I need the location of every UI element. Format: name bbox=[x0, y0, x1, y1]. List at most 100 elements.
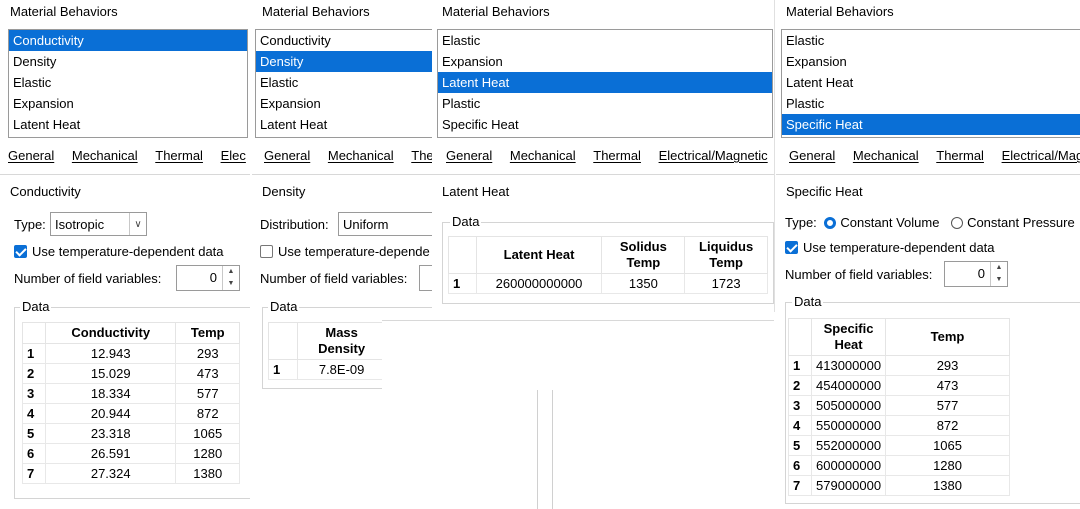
field-variables-stepper[interactable]: 0 ▲ ▼ bbox=[944, 261, 1008, 287]
behavior-item-expansion[interactable]: Expansion bbox=[438, 51, 772, 72]
table-cell[interactable]: 1723 bbox=[684, 273, 768, 294]
table-row[interactable]: 6 600000000 1280 bbox=[788, 455, 1010, 476]
tab-mechanical[interactable]: Mechanical bbox=[328, 148, 394, 163]
behavior-item-specific-heat[interactable]: Specific Heat bbox=[782, 114, 1080, 135]
material-behaviors-list[interactable]: Conductivity Density Elastic Expansion L… bbox=[255, 29, 432, 138]
chevron-down-icon[interactable]: ∨ bbox=[129, 213, 146, 235]
data-table[interactable]: Specific Heat Temp 1 413000000 293 2 454000… bbox=[788, 318, 1010, 496]
table-cell[interactable]: 577 bbox=[175, 383, 240, 404]
behavior-item-expansion[interactable]: Expansion bbox=[782, 51, 1080, 72]
column-header-conductivity[interactable]: Conductivity bbox=[44, 322, 177, 344]
radio-constant-pressure-label[interactable]: Constant Pressure bbox=[967, 215, 1075, 230]
checkbox-unchecked-icon[interactable] bbox=[260, 245, 273, 258]
table-row[interactable]: 1 260000000000 1350 1723 bbox=[448, 273, 768, 294]
tab-general[interactable]: General bbox=[264, 148, 310, 163]
table-cell[interactable]: 454000000 bbox=[810, 375, 887, 396]
table-cell[interactable]: 1065 bbox=[175, 423, 240, 444]
table-cell[interactable]: 12.943 bbox=[44, 343, 177, 364]
table-cell[interactable]: 600000000 bbox=[810, 455, 887, 476]
use-temp-dependent-checkbox[interactable]: Use temperature-dependent data bbox=[14, 244, 224, 259]
table-cell[interactable]: 1380 bbox=[885, 475, 1010, 496]
table-row[interactable]: 7 27.324 1380 bbox=[22, 463, 240, 484]
type-select[interactable]: Isotropic ∨ bbox=[50, 212, 147, 236]
stepper-arrows-icon[interactable]: ▲ ▼ bbox=[990, 262, 1007, 286]
tab-mechanical[interactable]: Mechanical bbox=[510, 148, 576, 163]
tab-thermal[interactable]: Thermal bbox=[155, 148, 203, 163]
table-cell[interactable]: 23.318 bbox=[44, 423, 177, 444]
tab-thermal[interactable]: The bbox=[411, 148, 432, 163]
column-header-solidus-temp[interactable]: Solidus Temp bbox=[601, 236, 686, 274]
table-cell[interactable]: 505000000 bbox=[810, 395, 887, 416]
behavior-item-latent-heat[interactable]: Latent Heat bbox=[9, 114, 247, 135]
tab-mechanical[interactable]: Mechanical bbox=[853, 148, 919, 163]
table-cell[interactable]: 577 bbox=[885, 395, 1010, 416]
table-cell[interactable]: 18.334 bbox=[44, 383, 177, 404]
behavior-item-plastic[interactable]: Plastic bbox=[438, 93, 772, 114]
table-row[interactable]: 1 413000000 293 bbox=[788, 355, 1010, 376]
table-row[interactable]: 2 454000000 473 bbox=[788, 375, 1010, 396]
table-cell[interactable]: 550000000 bbox=[810, 415, 887, 436]
table-cell[interactable]: 15.029 bbox=[44, 363, 177, 384]
material-behaviors-list[interactable]: Conductivity Density Elastic Expansion L… bbox=[8, 29, 248, 138]
table-row[interactable]: 4 550000000 872 bbox=[788, 415, 1010, 436]
table-row[interactable]: 7 579000000 1380 bbox=[788, 475, 1010, 496]
table-cell[interactable]: 1280 bbox=[885, 455, 1010, 476]
distribution-select[interactable]: Uniform bbox=[338, 212, 432, 236]
field-variables-stepper[interactable] bbox=[419, 265, 432, 291]
behavior-item-density[interactable]: Density bbox=[256, 51, 432, 72]
table-row[interactable]: 1 7.8E-09 bbox=[267, 359, 386, 380]
data-table[interactable]: Mass Density 1 7.8E-09 bbox=[267, 322, 386, 380]
table-cell[interactable]: 579000000 bbox=[810, 475, 887, 496]
stepper-arrows-icon[interactable]: ▲ ▼ bbox=[222, 266, 239, 290]
table-row[interactable]: 2 15.029 473 bbox=[22, 363, 240, 384]
table-row[interactable]: 1 12.943 293 bbox=[22, 343, 240, 364]
behavior-item-latent-heat[interactable]: Latent Heat bbox=[782, 72, 1080, 93]
table-row[interactable]: 4 20.944 872 bbox=[22, 403, 240, 424]
table-cell[interactable]: 1280 bbox=[175, 443, 240, 464]
use-temp-dependent-checkbox[interactable]: Use temperature-depende bbox=[260, 244, 430, 259]
radio-selected-icon[interactable] bbox=[824, 217, 837, 229]
table-row[interactable]: 5 552000000 1065 bbox=[788, 435, 1010, 456]
table-cell[interactable]: 20.944 bbox=[44, 403, 177, 424]
field-variables-stepper[interactable]: 0 ▲ ▼ bbox=[176, 265, 240, 291]
table-cell[interactable]: 413000000 bbox=[810, 355, 887, 376]
table-cell[interactable]: 473 bbox=[885, 375, 1010, 396]
tab-general[interactable]: General bbox=[789, 148, 835, 163]
behavior-item-elastic[interactable]: Elastic bbox=[256, 72, 432, 93]
behavior-item-plastic[interactable]: Plastic bbox=[782, 93, 1080, 114]
table-cell[interactable]: 293 bbox=[175, 343, 240, 364]
table-cell[interactable]: 293 bbox=[885, 355, 1010, 376]
table-row[interactable]: 5 23.318 1065 bbox=[22, 423, 240, 444]
behavior-item-elastic[interactable]: Elastic bbox=[9, 72, 247, 93]
behavior-item-conductivity[interactable]: Conductivity bbox=[256, 30, 432, 51]
behavior-item-specific-heat[interactable]: Specific Heat bbox=[438, 114, 772, 135]
tab-electrical[interactable]: Elec bbox=[221, 148, 246, 163]
column-header-liquidus-temp[interactable]: Liquidus Temp bbox=[684, 236, 768, 274]
behavior-item-latent-heat[interactable]: Latent Heat bbox=[438, 72, 772, 93]
table-row[interactable]: 6 26.591 1280 bbox=[22, 443, 240, 464]
table-cell[interactable]: 7.8E-09 bbox=[297, 359, 386, 380]
behavior-item-expansion[interactable]: Expansion bbox=[256, 93, 432, 114]
tab-general[interactable]: General bbox=[446, 148, 492, 163]
table-row[interactable]: 3 505000000 577 bbox=[788, 395, 1010, 416]
checkbox-checked-icon[interactable] bbox=[785, 241, 798, 254]
behavior-item-elastic[interactable]: Elastic bbox=[438, 30, 772, 51]
table-cell[interactable]: 872 bbox=[885, 415, 1010, 436]
tab-electrical-magnetic[interactable]: Electrical/Mag bbox=[1002, 148, 1080, 163]
table-cell[interactable]: 26.591 bbox=[44, 443, 177, 464]
data-table[interactable]: Latent Heat Solidus Temp Liquidus Temp 1… bbox=[448, 236, 768, 294]
checkbox-checked-icon[interactable] bbox=[14, 245, 27, 258]
behavior-item-density[interactable]: Density bbox=[9, 51, 247, 72]
table-cell[interactable]: 552000000 bbox=[810, 435, 887, 456]
table-cell[interactable]: 872 bbox=[175, 403, 240, 424]
table-cell[interactable]: 1380 bbox=[175, 463, 240, 484]
data-table[interactable]: Conductivity Temp 1 12.943 293 2 15.029 473 … bbox=[22, 322, 240, 484]
column-header-temp[interactable]: Temp bbox=[175, 322, 240, 344]
column-header-mass-density[interactable]: Mass Density bbox=[297, 322, 386, 360]
tab-electrical-magnetic[interactable]: Electrical/Magnetic bbox=[659, 148, 768, 163]
radio-constant-volume-label[interactable]: Constant Volume bbox=[840, 215, 939, 230]
column-header-specific-heat[interactable]: Specific Heat bbox=[810, 318, 887, 356]
behavior-item-elastic[interactable]: Elastic bbox=[782, 30, 1080, 51]
table-cell[interactable]: 260000000000 bbox=[475, 273, 603, 294]
table-cell[interactable]: 1065 bbox=[885, 435, 1010, 456]
